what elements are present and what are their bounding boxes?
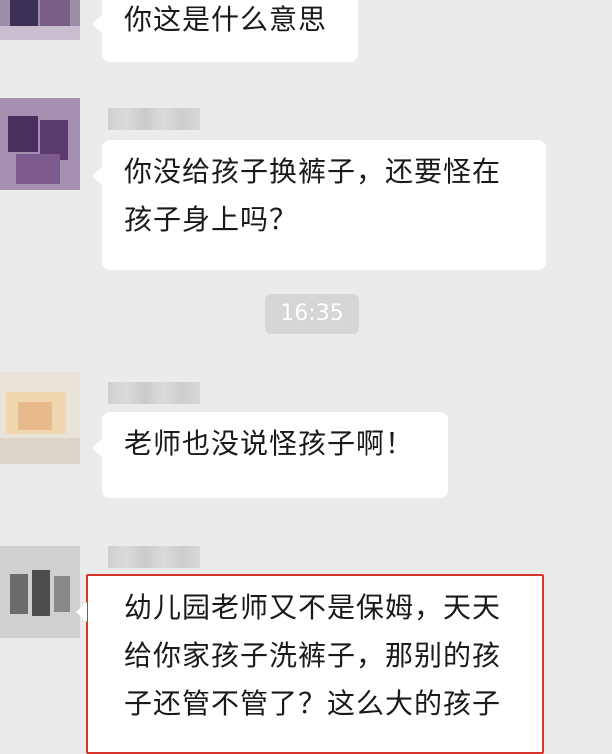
message-bubble-highlighted[interactable]: 幼儿园老师又不是保姆，天天 给你家孩子洗裤子，那别的孩 子还管不管了？这么大的孩…: [76, 574, 544, 754]
chat-window: 你这是什么意思 你没给孩子换裤子，还要怪在 孩子身上吗？ 16:35 老师也没说…: [0, 0, 612, 754]
avatar[interactable]: [0, 0, 80, 40]
message-text: 孩子身上吗？: [124, 203, 299, 236]
message-bubble[interactable]: 你这是什么意思: [92, 0, 358, 62]
message-text: 子还管不管了？这么大的孩子: [124, 687, 502, 720]
sender-name: [108, 108, 200, 130]
avatar[interactable]: [0, 546, 80, 638]
message-text: 你这是什么意思: [124, 3, 328, 36]
message-text: 你没给孩子换裤子，还要怪在: [124, 155, 502, 188]
sender-name: [108, 382, 200, 404]
avatar[interactable]: [0, 98, 80, 190]
message-bubble[interactable]: 你没给孩子换裤子，还要怪在 孩子身上吗？: [92, 140, 546, 270]
avatar[interactable]: [0, 372, 80, 464]
message-text: 给你家孩子洗裤子，那别的孩: [124, 639, 502, 672]
sender-name: [108, 546, 200, 568]
timestamp-badge: 16:35: [265, 294, 359, 334]
message-text: 幼儿园老师又不是保姆，天天: [124, 591, 502, 624]
message-bubble[interactable]: 老师也没说怪孩子啊！: [92, 412, 448, 498]
message-text: 老师也没说怪孩子啊！: [124, 427, 415, 460]
